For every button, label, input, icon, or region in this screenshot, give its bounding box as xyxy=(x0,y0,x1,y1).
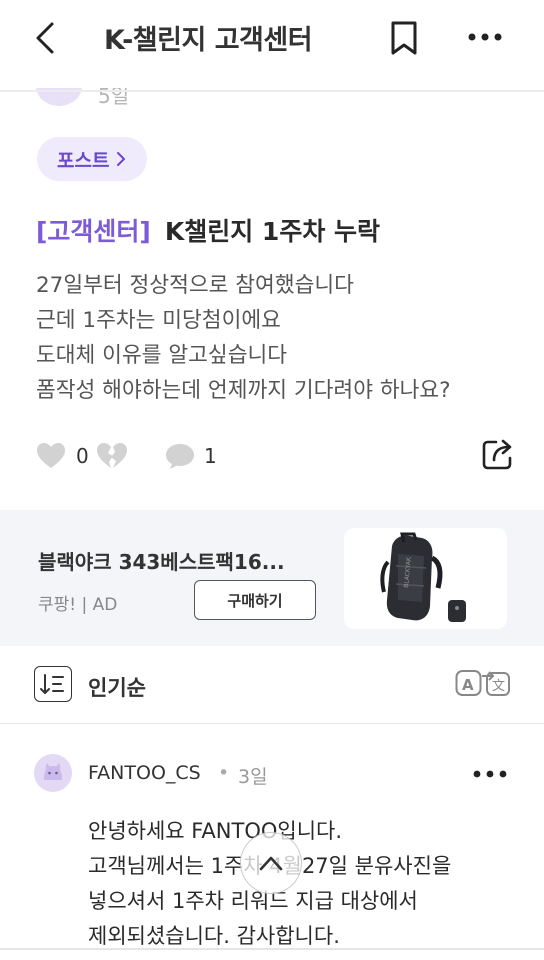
svg-text:A: A xyxy=(462,676,474,694)
bottom-divider xyxy=(0,948,544,950)
comment-bubble-icon[interactable] xyxy=(164,442,196,470)
post-body-line: 근데 1주차는 미당첨이에요 xyxy=(36,308,281,333)
top-app-bar: K-챌린지 고객센터 xyxy=(0,0,544,88)
post-category-chip[interactable]: 포스트 xyxy=(37,137,148,181)
comment-more-icon[interactable] xyxy=(472,764,508,784)
comment-date: 3일 xyxy=(238,766,268,788)
reaction-bar: 0 1 xyxy=(36,439,516,476)
share-icon[interactable] xyxy=(480,436,516,472)
ad-product-image[interactable]: BLACKYAK xyxy=(344,528,507,629)
post-body: 27일부터 정상적으로 참여했습니다 근데 1주차는 미당첨이에요 도대체 이유… xyxy=(36,268,516,408)
back-arrow-icon[interactable] xyxy=(30,20,62,56)
post-body-line: 도대체 이유를 알고싶습니다 xyxy=(36,343,288,368)
chip-label: 포스트 xyxy=(57,149,110,172)
post-title-text: K챌린지 1주차 누락 xyxy=(164,217,381,246)
more-options-icon[interactable] xyxy=(466,26,504,48)
post-title: [고객센터] K챌린지 1주차 누락 xyxy=(36,212,380,248)
buy-button[interactable]: 구매하기 xyxy=(194,580,316,620)
header-divider xyxy=(0,90,544,92)
svg-text:文: 文 xyxy=(492,679,505,694)
commenter-avatar[interactable] xyxy=(34,754,72,792)
meta-separator: • xyxy=(218,762,230,784)
commenter-name[interactable]: FANTOO_CS xyxy=(88,762,201,784)
like-heart-icon[interactable] xyxy=(36,442,66,470)
like-count: 0 xyxy=(76,444,89,468)
ad-banner[interactable]: 블랙야크 343베스트팩16... 쿠팡! | AD 구매하기 BLACKYAK xyxy=(0,510,544,646)
ad-source: 쿠팡! | AD xyxy=(38,595,118,615)
post-tag[interactable]: [고객센터] xyxy=(36,217,151,246)
backpack-image: BLACKYAK xyxy=(380,532,466,622)
post-body-line: 27일부터 정상적으로 참여했습니다 xyxy=(36,273,354,298)
translate-icon[interactable]: A 文 xyxy=(455,668,511,698)
scroll-to-top-button[interactable] xyxy=(240,832,302,894)
ad-title[interactable]: 블랙야크 343베스트팩16... xyxy=(38,546,285,575)
post-body-line: 폼작성 해야하는데 언제까지 기다려야 하나요? xyxy=(36,378,451,403)
comment-count: 1 xyxy=(204,444,217,468)
page-title: K-챌린지 고객센터 xyxy=(104,25,313,56)
sort-label[interactable]: 인기순 xyxy=(88,672,146,702)
sort-icon[interactable] xyxy=(34,666,72,702)
comment-sort-bar: 인기순 A 文 xyxy=(0,646,544,724)
bookmark-icon[interactable] xyxy=(388,20,420,56)
chevron-right-icon xyxy=(117,152,126,166)
dislike-broken-heart-icon[interactable] xyxy=(96,442,128,470)
chevron-up-icon xyxy=(259,856,283,871)
